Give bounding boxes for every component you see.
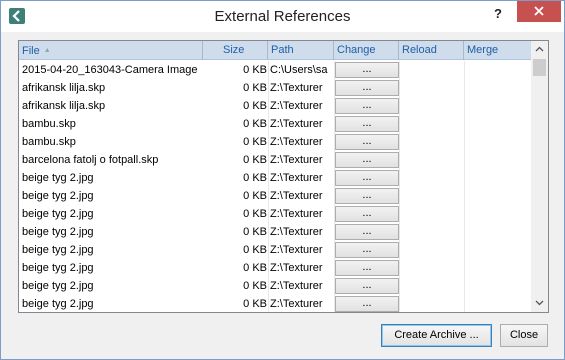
file-path-cell: Z:\Texturer bbox=[270, 226, 323, 238]
change-button[interactable]: ... bbox=[335, 98, 399, 114]
file-path-cell: Z:\Texturer bbox=[270, 244, 323, 256]
file-size-cell: 0 KB bbox=[243, 190, 267, 202]
change-button[interactable]: ... bbox=[335, 296, 399, 312]
table-row[interactable]: bambu.skp 0 KB Z:\Texturer... bbox=[19, 133, 531, 151]
file-path-cell: C:\Users\sa bbox=[270, 64, 328, 76]
column-header-size[interactable]: Size bbox=[203, 41, 268, 60]
change-button[interactable]: ... bbox=[335, 224, 399, 240]
table-row[interactable]: beige tyg 2.jpg 0 KB Z:\Texturer... bbox=[19, 223, 531, 241]
table-row[interactable]: beige tyg 2.jpg 0 KB Z:\Texturer... bbox=[19, 295, 531, 312]
scrollbar-thumb[interactable] bbox=[533, 59, 546, 76]
file-size-cell: 0 KB bbox=[243, 118, 267, 130]
file-size-cell: 0 KB bbox=[243, 82, 267, 94]
file-path-cell: Z:\Texturer bbox=[270, 172, 323, 184]
change-button[interactable]: ... bbox=[335, 152, 399, 168]
title-bar: External References ? bbox=[1, 1, 564, 32]
change-button[interactable]: ... bbox=[335, 188, 399, 204]
file-path-cell: Z:\Texturer bbox=[270, 100, 323, 112]
sort-ascending-icon: ▲ bbox=[43, 47, 51, 54]
file-size-cell: 0 KB bbox=[243, 64, 267, 76]
file-size-cell: 0 KB bbox=[243, 244, 267, 256]
file-size-cell: 0 KB bbox=[243, 208, 267, 220]
file-size-cell: 0 KB bbox=[243, 226, 267, 238]
close-icon[interactable] bbox=[517, 1, 561, 22]
change-button[interactable]: ... bbox=[335, 80, 399, 96]
file-name-cell: beige tyg 2.jpg bbox=[22, 208, 94, 220]
file-path-cell: Z:\Texturer bbox=[270, 82, 323, 94]
file-path-cell: Z:\Texturer bbox=[270, 280, 323, 292]
file-name-cell: afrikansk lilja.skp bbox=[22, 100, 106, 112]
chevron-down-icon[interactable] bbox=[531, 295, 548, 312]
file-name-cell: beige tyg 2.jpg bbox=[22, 298, 94, 310]
close-button[interactable]: Close bbox=[500, 324, 548, 347]
change-button[interactable]: ... bbox=[335, 170, 399, 186]
column-header-path[interactable]: Path bbox=[268, 41, 334, 60]
file-name-cell: bambu.skp bbox=[22, 118, 76, 130]
file-name-cell: beige tyg 2.jpg bbox=[22, 244, 94, 256]
table-row[interactable]: beige tyg 2.jpg 0 KB Z:\Texturer... bbox=[19, 169, 531, 187]
create-archive-button[interactable]: Create Archive ... bbox=[381, 324, 492, 347]
change-button[interactable]: ... bbox=[335, 206, 399, 222]
change-button[interactable]: ... bbox=[335, 62, 399, 78]
file-name-cell: beige tyg 2.jpg bbox=[22, 172, 94, 184]
table-row[interactable]: afrikansk lilja.skp 0 KB Z:\Texturer... bbox=[19, 97, 531, 115]
external-references-dialog: External References ? File ▲ Size Path Ch… bbox=[0, 0, 565, 360]
file-name-cell: bambu.skp bbox=[22, 136, 76, 148]
column-header-file[interactable]: File ▲ bbox=[19, 41, 203, 60]
help-button[interactable]: ? bbox=[487, 6, 509, 26]
list-rows: 2015-04-20_163043-Camera Image 0 KB C:\Use… bbox=[19, 61, 531, 312]
table-row[interactable]: barcelona fatolj o fotpall.skp 0 KB Z:\Tex… bbox=[19, 151, 531, 169]
change-button[interactable]: ... bbox=[335, 134, 399, 150]
table-row[interactable]: beige tyg 2.jpg 0 KB Z:\Texturer... bbox=[19, 205, 531, 223]
column-header-merge[interactable]: Merge bbox=[464, 41, 531, 60]
file-size-cell: 0 KB bbox=[243, 172, 267, 184]
dialog-title: External References bbox=[214, 8, 351, 25]
table-row[interactable]: beige tyg 2.jpg 0 KB Z:\Texturer... bbox=[19, 241, 531, 259]
file-path-cell: Z:\Texturer bbox=[270, 118, 323, 130]
column-header-reload[interactable]: Reload bbox=[399, 41, 464, 60]
file-size-cell: 0 KB bbox=[243, 154, 267, 166]
table-row[interactable]: beige tyg 2.jpg 0 KB Z:\Texturer... bbox=[19, 277, 531, 295]
file-path-cell: Z:\Texturer bbox=[270, 136, 323, 148]
file-name-cell: afrikansk lilja.skp bbox=[22, 82, 106, 94]
file-path-cell: Z:\Texturer bbox=[270, 190, 323, 202]
file-name-cell: barcelona fatolj o fotpall.skp bbox=[22, 154, 159, 166]
change-button[interactable]: ... bbox=[335, 260, 399, 276]
list-header: File ▲ Size Path Change Reload Merge bbox=[19, 41, 531, 60]
table-row[interactable]: 2015-04-20_163043-Camera Image 0 KB C:\Use… bbox=[19, 61, 531, 79]
file-path-cell: Z:\Texturer bbox=[270, 262, 323, 274]
file-name-cell: beige tyg 2.jpg bbox=[22, 190, 94, 202]
file-name-cell: beige tyg 2.jpg bbox=[22, 262, 94, 274]
chevron-up-icon[interactable] bbox=[531, 41, 548, 58]
table-row[interactable]: afrikansk lilja.skp 0 KB Z:\Texturer... bbox=[19, 79, 531, 97]
file-name-cell: 2015-04-20_163043-Camera Image bbox=[22, 64, 198, 76]
table-row[interactable]: beige tyg 2.jpg 0 KB Z:\Texturer... bbox=[19, 259, 531, 277]
file-path-cell: Z:\Texturer bbox=[270, 208, 323, 220]
change-button[interactable]: ... bbox=[335, 278, 399, 294]
change-button[interactable]: ... bbox=[335, 242, 399, 258]
file-size-cell: 0 KB bbox=[243, 298, 267, 310]
file-name-cell: beige tyg 2.jpg bbox=[22, 226, 94, 238]
column-header-file-label: File bbox=[22, 45, 40, 57]
change-button[interactable]: ... bbox=[335, 116, 399, 132]
vertical-scrollbar[interactable] bbox=[531, 41, 548, 312]
file-size-cell: 0 KB bbox=[243, 262, 267, 274]
file-size-cell: 0 KB bbox=[243, 136, 267, 148]
file-size-cell: 0 KB bbox=[243, 280, 267, 292]
column-header-change[interactable]: Change bbox=[334, 41, 399, 60]
file-path-cell: Z:\Texturer bbox=[270, 154, 323, 166]
references-list: File ▲ Size Path Change Reload Merge 2015… bbox=[18, 40, 549, 313]
file-size-cell: 0 KB bbox=[243, 100, 267, 112]
file-name-cell: beige tyg 2.jpg bbox=[22, 280, 94, 292]
file-path-cell: Z:\Texturer bbox=[270, 298, 323, 310]
table-row[interactable]: beige tyg 2.jpg 0 KB Z:\Texturer... bbox=[19, 187, 531, 205]
table-row[interactable]: bambu.skp 0 KB Z:\Texturer... bbox=[19, 115, 531, 133]
